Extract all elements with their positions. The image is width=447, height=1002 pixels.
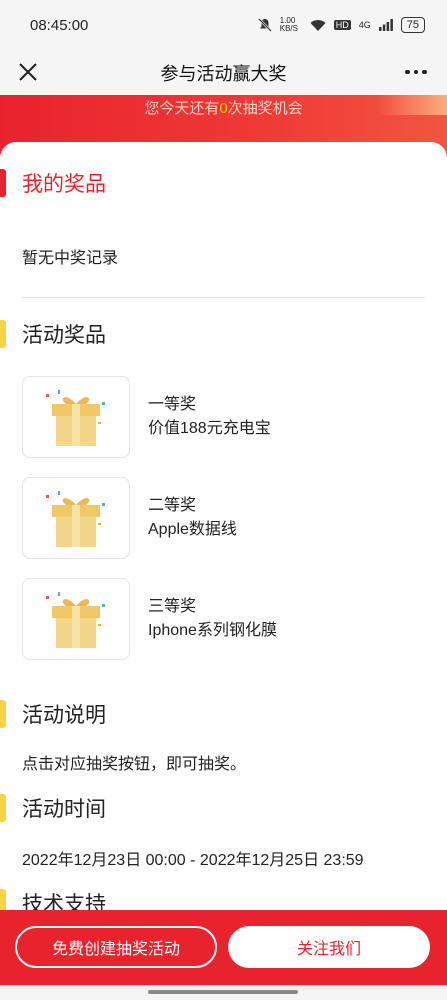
- prize-tier: 二等奖: [148, 497, 197, 514]
- activity-time-title: 活动时间: [0, 791, 106, 825]
- follow-us-button[interactable]: 关注我们: [228, 926, 430, 968]
- gift-box-icon: [22, 376, 130, 458]
- status-time: 08:45:00: [30, 16, 89, 34]
- mute-bell-icon: [257, 18, 272, 32]
- prize-info: 二等奖 Apple数据线: [148, 494, 237, 542]
- status-icons: 1.00 KB/S HD 4G 75: [257, 16, 425, 33]
- prize-item: 一等奖 价值188元充电宝: [22, 376, 271, 458]
- gift-box-icon: [22, 477, 130, 559]
- my-prizes-title: 我的奖品: [0, 166, 106, 200]
- status-bar: 08:45:00 1.00 KB/S HD 4G 75: [0, 0, 447, 50]
- create-lottery-button[interactable]: 免费创建抽奖活动: [15, 926, 217, 968]
- activity-description-text: 点击对应抽奖按钮，即可抽奖。: [22, 756, 247, 773]
- prize-desc: Apple数据线: [148, 521, 237, 538]
- prize-desc: 价值188元充电宝: [148, 420, 271, 437]
- activity-time-text: 2022年12月23日 00:00 - 2022年12月25日 23:59: [22, 852, 364, 869]
- section-divider: [22, 297, 425, 298]
- page-title: 参与活动赢大奖: [160, 63, 287, 84]
- net-speed: 1.00 KB/S: [279, 16, 298, 33]
- home-bar-area: [0, 985, 447, 1000]
- prize-desc: Iphone系列钢化膜: [148, 622, 277, 639]
- bottom-action-bar: 免费创建抽奖活动 关注我们: [0, 910, 447, 985]
- home-indicator[interactable]: [148, 990, 298, 994]
- prize-tier: 三等奖: [148, 598, 197, 615]
- draw-chance-count: 0: [219, 100, 228, 117]
- battery-indicator: 75: [400, 17, 425, 33]
- prize-item: 二等奖 Apple数据线: [22, 477, 237, 559]
- activity-description-title: 活动说明: [0, 697, 106, 731]
- signal-icon: [378, 19, 393, 31]
- wifi-icon: [310, 19, 326, 31]
- nav-bar: 参与活动赢大奖: [0, 50, 447, 95]
- more-options-icon[interactable]: [401, 56, 431, 88]
- prize-info: 一等奖 价值188元充电宝: [148, 393, 271, 441]
- main-card: 我的奖品 暂无中奖记录 活动奖品 一等奖 价值188元充电宝 二等奖 Apple…: [0, 142, 447, 1002]
- close-icon[interactable]: [12, 56, 44, 88]
- gift-box-icon: [22, 578, 130, 660]
- banner-decoration: [377, 95, 447, 115]
- hd-badge: HD: [333, 20, 351, 30]
- no-prize-record-text: 暂无中奖记录: [22, 250, 119, 267]
- signal-label: 4G: [358, 20, 371, 30]
- activity-prizes-title: 活动奖品: [0, 317, 106, 351]
- prize-item: 三等奖 Iphone系列钢化膜: [22, 578, 277, 660]
- prize-tier: 一等奖: [148, 396, 197, 413]
- prize-info: 三等奖 Iphone系列钢化膜: [148, 595, 277, 643]
